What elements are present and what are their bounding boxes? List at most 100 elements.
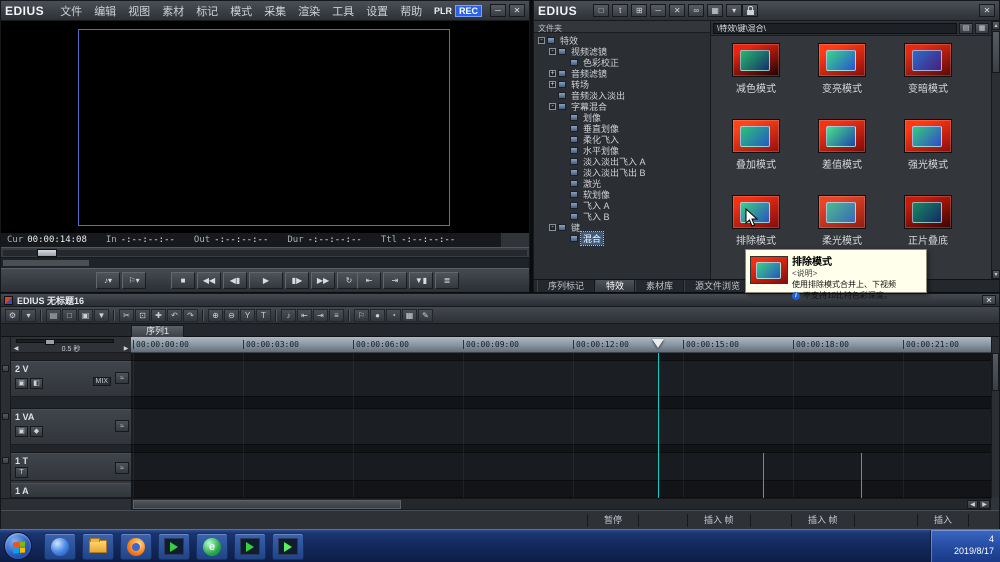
menu-item[interactable]: 工具: [326, 1, 360, 21]
mixer-button[interactable]: ≡: [329, 309, 344, 322]
ripple-mode-button[interactable]: ⊕: [208, 309, 223, 322]
grid-button[interactable]: ▦: [402, 309, 417, 322]
shuttle-handle[interactable]: [3, 260, 89, 266]
tree-item[interactable]: 划像: [536, 112, 710, 123]
new-folder-icon[interactable]: ⊞: [631, 4, 647, 17]
luma-key-button[interactable]: Y: [240, 309, 255, 322]
trim-out-button[interactable]: ⇥: [313, 309, 328, 322]
new-sequence-button[interactable]: □: [62, 309, 77, 322]
rewind-button[interactable]: ◀◀: [197, 272, 221, 289]
menu-item[interactable]: 帮助: [394, 1, 428, 21]
save-project-button[interactable]: ▼: [94, 309, 109, 322]
zoom-out-icon[interactable]: ◀: [11, 345, 21, 352]
system-tray-clock[interactable]: 4 2019/8/17: [930, 530, 1000, 562]
playhead-line[interactable]: [658, 353, 659, 498]
previous-frame-button[interactable]: ◀▮: [223, 272, 247, 289]
menu-item[interactable]: 标记: [190, 1, 224, 21]
messenger-icon[interactable]: [44, 533, 76, 560]
stop-button[interactable]: ■: [171, 272, 195, 289]
sequence-tab[interactable]: 序列1: [131, 325, 184, 337]
tree-item[interactable]: - 特效: [536, 35, 710, 46]
effect-thumbnail[interactable]: [818, 195, 866, 229]
set-out-button[interactable]: ⇥: [383, 272, 407, 289]
zoom-slider[interactable]: [16, 339, 114, 343]
undo-button[interactable]: ↶: [167, 309, 182, 322]
menu-item[interactable]: 视图: [122, 1, 156, 21]
set-in-button[interactable]: ⇤: [357, 272, 381, 289]
audio-pan-icon[interactable]: ◆: [30, 426, 43, 437]
timeline-horizontal-scrollbar[interactable]: ◀ ▶: [131, 498, 991, 510]
scrollbar-thumb[interactable]: [992, 31, 1000, 73]
link-icon[interactable]: ∞: [688, 4, 704, 17]
rail-button[interactable]: [2, 365, 9, 372]
delete-icon[interactable]: ✕: [669, 4, 685, 17]
tree-item[interactable]: 飞入 A: [536, 200, 710, 211]
expander-icon[interactable]: -: [549, 103, 556, 110]
view-button[interactable]: ▤: [46, 309, 61, 322]
record-button[interactable]: ●: [370, 309, 385, 322]
lock-icon[interactable]: [742, 4, 758, 17]
title-track-icon[interactable]: T: [15, 467, 28, 478]
变亮模式[interactable]: 变亮模式: [799, 38, 885, 114]
tree-item[interactable]: 软划像: [536, 189, 710, 200]
tree-item[interactable]: - 视频滤镜: [536, 46, 710, 57]
scroll-up-icon[interactable]: ▲: [992, 21, 1000, 30]
scrubber-track[interactable]: [3, 250, 527, 256]
browser-icon[interactable]: e: [196, 533, 228, 560]
zoom-in-icon[interactable]: ▶: [121, 345, 131, 352]
effect-thumbnail[interactable]: [904, 43, 952, 77]
start-button[interactable]: [4, 532, 32, 560]
expander-icon[interactable]: -: [538, 37, 545, 44]
tree-item[interactable]: 色彩校正: [536, 57, 710, 68]
叠加模式[interactable]: 叠加模式: [713, 114, 799, 190]
effect-thumbnail[interactable]: [818, 43, 866, 77]
video-thumbnail-icon[interactable]: ▣: [15, 378, 28, 389]
cut-button[interactable]: ✂: [119, 309, 134, 322]
video-app-icon[interactable]: [234, 533, 266, 560]
effect-thumbnail[interactable]: [904, 195, 952, 229]
tree-item[interactable]: + 音频滤镜: [536, 68, 710, 79]
scroll-left-icon[interactable]: ◀: [967, 500, 978, 509]
firefox-icon[interactable]: [120, 533, 152, 560]
tree-item[interactable]: 音频淡入淡出: [536, 90, 710, 101]
goto-marker-button[interactable]: ▼▮: [409, 272, 433, 289]
keyframe-toggle-icon[interactable]: ≈: [115, 420, 129, 432]
video-thumbnail-icon[interactable]: ▣: [15, 426, 28, 437]
file-explorer-icon[interactable]: [82, 533, 114, 560]
变暗模式[interactable]: 变暗模式: [885, 38, 971, 114]
playhead-marker[interactable]: [652, 339, 664, 354]
edius-taskbar-icon[interactable]: [272, 533, 304, 560]
scroll-down-icon[interactable]: ▼: [992, 270, 1000, 279]
expander-icon[interactable]: -: [549, 224, 556, 231]
track-header-1va[interactable]: 1 VA ▣ ◆ ≈: [11, 409, 131, 445]
close-button[interactable]: ✕: [509, 4, 525, 17]
track-header-1t[interactable]: 1 T T ≈: [11, 453, 131, 481]
pencil-button[interactable]: ✎: [418, 309, 433, 322]
timeline-vertical-scrollbar[interactable]: [991, 337, 999, 498]
tree-item[interactable]: 混合: [536, 233, 710, 244]
marker-button[interactable]: ⚐: [354, 309, 369, 322]
menu-item[interactable]: 渲染: [292, 1, 326, 21]
close-button[interactable]: ✕: [979, 4, 995, 17]
menu-item[interactable]: 文件: [54, 1, 88, 21]
menu-item[interactable]: 采集: [258, 1, 292, 21]
track-header-1a[interactable]: 1 A: [11, 483, 131, 498]
差值模式[interactable]: 差值模式: [799, 114, 885, 190]
palette-tab[interactable]: 序列标记: [537, 280, 595, 292]
effect-thumbnail[interactable]: [818, 119, 866, 153]
redo-button[interactable]: ↷: [183, 309, 198, 322]
copy-button[interactable]: ⊡: [135, 309, 150, 322]
rail-button[interactable]: [2, 413, 9, 420]
scroll-right-icon[interactable]: ▶: [979, 500, 990, 509]
tree-item[interactable]: 垂直划像: [536, 123, 710, 134]
expander-icon[interactable]: +: [549, 81, 556, 88]
new-clip-icon[interactable]: □: [593, 4, 609, 17]
trim-in-button[interactable]: ⇤: [297, 309, 312, 322]
palette-tab[interactable]: 素材库: [635, 280, 684, 292]
fast-forward-button[interactable]: ▶▶: [311, 272, 335, 289]
timeline-canvas[interactable]: 00:00:00:0000:00:03:0000:00:06:0000:00:0…: [131, 337, 991, 498]
scrubber-thumb[interactable]: [37, 249, 57, 257]
render-button[interactable]: ◔: [386, 309, 401, 322]
scrollbar-thumb[interactable]: [992, 353, 999, 391]
minimize-icon[interactable]: ─: [650, 4, 666, 17]
